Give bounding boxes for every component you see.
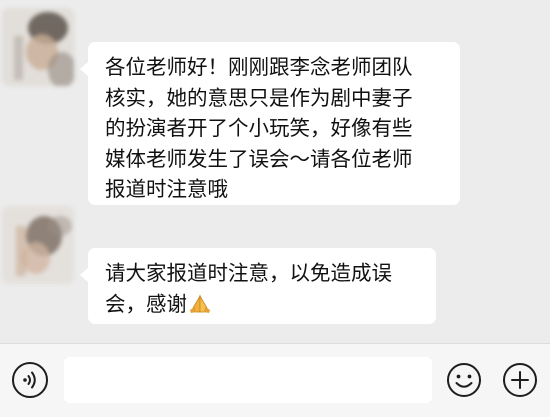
smiley-icon	[447, 363, 481, 397]
message-line: 会，感谢	[105, 289, 420, 320]
message-line: 的扮演者开了个小玩笑，好像有些	[105, 116, 413, 140]
avatar-image	[2, 206, 74, 284]
message-line: 核实，她的意思只是作为剧中妻子	[105, 85, 413, 110]
avatar-image	[2, 8, 74, 86]
input-toolbar	[0, 343, 550, 417]
voice-icon	[23, 371, 36, 389]
message-line: 请大家报道时注意，以免造成误	[105, 261, 392, 285]
message-line: 媒体老师发生了误会～请各位老师	[105, 146, 413, 171]
message-bubble[interactable]: 请大家报道时注意，以免造成误 会，感谢	[80, 248, 436, 324]
emoji-button[interactable]	[446, 362, 482, 398]
message-line: 报道时注意哦	[105, 177, 228, 201]
message-line-text: 会，感谢	[105, 291, 187, 316]
message-line: 各位老师好！刚刚跟李念老师团队	[105, 55, 413, 79]
chat-area: 各位老师好！刚刚跟李念老师团队 核实，她的意思只是作为剧中妻子 的扮演者开了个小…	[0, 0, 550, 343]
more-button[interactable]	[502, 362, 538, 398]
message-input[interactable]	[64, 357, 432, 403]
praying-hands-emoji-icon	[190, 294, 210, 313]
voice-input-button[interactable]	[12, 362, 48, 398]
plus-icon	[503, 363, 537, 397]
avatar[interactable]	[2, 8, 74, 86]
avatar[interactable]	[2, 206, 74, 284]
message-bubble[interactable]: 各位老师好！刚刚跟李念老师团队 核实，她的意思只是作为剧中妻子 的扮演者开了个小…	[80, 42, 460, 205]
